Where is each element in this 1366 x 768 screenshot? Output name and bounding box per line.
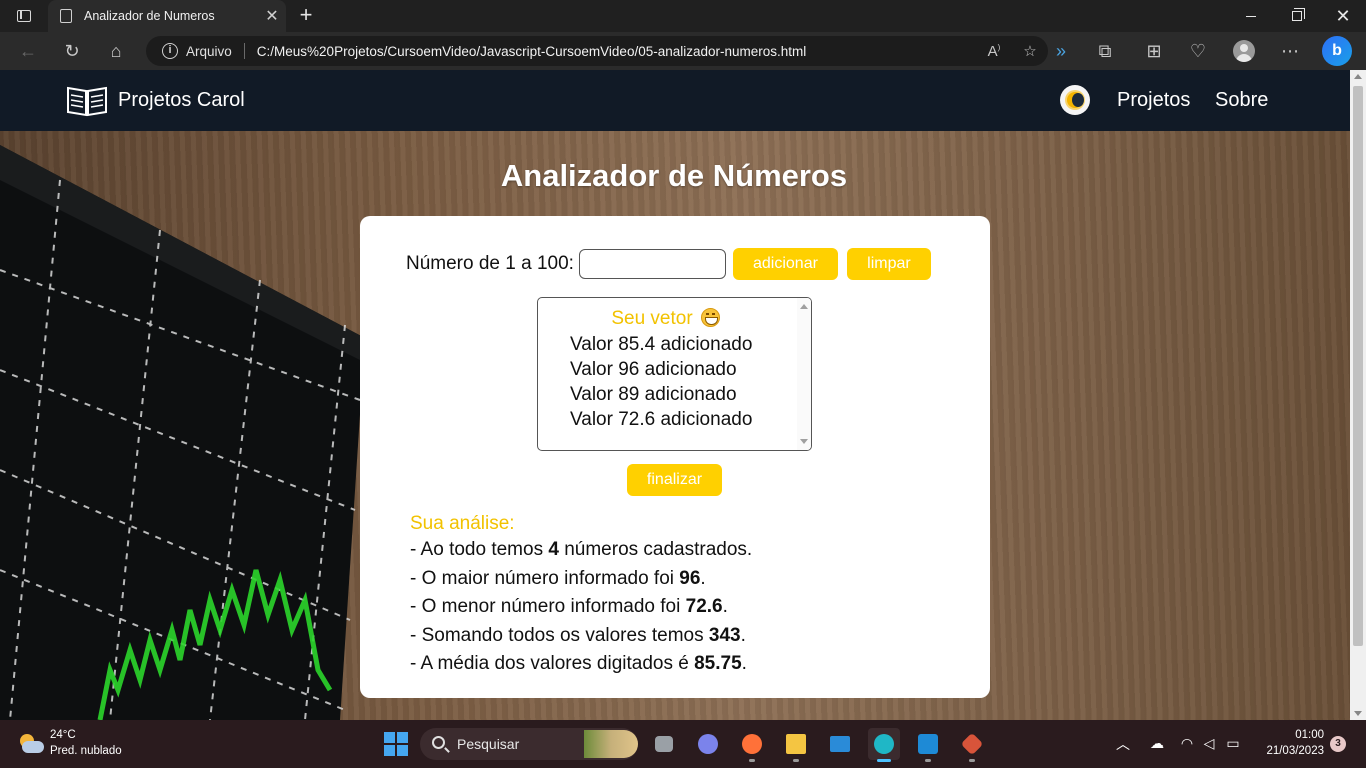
scroll-down-icon[interactable] <box>1354 711 1362 716</box>
browser-tab-bar: Analizador de Numeros ✕ + ✕ <box>0 0 1366 32</box>
refresh-icon[interactable]: ↻ <box>58 38 86 64</box>
input-row: Número de 1 a 100: adicionar limpar <box>406 248 931 280</box>
analysis-sum-line: - Somando todos os valores temos 343. <box>410 624 746 646</box>
notification-badge[interactable]: 3 <box>1330 736 1346 752</box>
vector-item[interactable]: Valor 72.6 adicionado <box>570 407 752 432</box>
grinning-emoji-icon <box>700 308 720 327</box>
browser-essentials-icon[interactable]: ♡ <box>1184 38 1212 64</box>
wifi-icon[interactable]: ◠ <box>1178 734 1196 752</box>
onedrive-cloud-icon[interactable]: ☁ <box>1148 734 1166 752</box>
listbox-scrollbar[interactable] <box>797 298 811 450</box>
scroll-down-icon[interactable] <box>800 439 808 444</box>
vector-item[interactable]: Valor 85.4 adicionado <box>570 332 752 357</box>
moon-icon <box>1072 93 1084 107</box>
vector-item[interactable]: Valor 96 adicionado <box>570 357 752 382</box>
info-icon[interactable]: i <box>162 43 178 59</box>
analysis-count-line: - Ao todo temos 4 números cadastrados. <box>410 539 753 560</box>
tab-actions-icon <box>17 10 31 22</box>
vscode-icon[interactable] <box>912 728 944 762</box>
open-book-icon[interactable] <box>66 82 108 118</box>
profile-avatar[interactable] <box>1233 40 1255 62</box>
analysis-section: Sua análise: - Ao todo temos 4 números c… <box>410 512 752 679</box>
page-favicon-icon <box>60 9 72 23</box>
task-view-icon[interactable] <box>648 728 680 760</box>
tab-close-icon[interactable]: ✕ <box>262 6 282 26</box>
clear-button[interactable]: limpar <box>846 248 931 280</box>
mail-icon[interactable] <box>824 728 856 760</box>
tab-title: Analizador de Numeros <box>84 9 215 23</box>
taskbar-search[interactable]: Pesquisar <box>420 728 638 760</box>
search-highlight-image <box>584 730 638 758</box>
more-menu-icon[interactable]: ⋯ <box>1276 38 1304 64</box>
file-explorer-icon[interactable] <box>780 728 812 762</box>
collections-icon[interactable]: ⊞ <box>1140 38 1168 64</box>
bing-chat-icon[interactable]: b <box>1322 36 1352 66</box>
new-tab-button[interactable]: + <box>294 3 318 29</box>
analysis-average-line: - A média dos valores digitados é 85.75. <box>410 653 747 674</box>
add-favorite-icon[interactable]: ☆ <box>1012 42 1048 60</box>
windows-taskbar: 24°C Pred. nublado Pesquisar ︿ ☁ ◠ ◁ ▭ 0… <box>0 720 1366 768</box>
edge-sidebar-icon[interactable]: » <box>1047 38 1075 64</box>
page-title: Analizador de Números <box>500 158 848 193</box>
weather-temperature[interactable]: 24°C <box>50 729 76 741</box>
address-scheme: Arquivo <box>186 43 232 59</box>
restore-button[interactable] <box>1274 0 1320 32</box>
tab-actions-button[interactable] <box>10 6 38 26</box>
vector-listbox[interactable]: Seu vetor Valor 85.4 adicionado Valor 96… <box>537 297 812 451</box>
nav-projetos[interactable]: Projetos <box>1117 89 1190 112</box>
number-input[interactable] <box>578 249 726 279</box>
analyzer-card: Número de 1 a 100: adicionar limpar Seu … <box>360 216 990 698</box>
site-header: Projetos Carol Projetos Sobre <box>0 70 1350 131</box>
git-icon[interactable] <box>956 728 988 762</box>
vector-heading-text: Seu vetor <box>611 308 693 329</box>
page-scrollbar[interactable] <box>1350 70 1366 720</box>
clock-time[interactable]: 01:00 <box>1260 729 1324 741</box>
close-window-button[interactable]: ✕ <box>1320 0 1366 32</box>
edge-icon[interactable] <box>868 728 900 762</box>
show-hidden-icons-chevron-icon[interactable]: ︿ <box>1116 734 1130 754</box>
vector-heading: Seu vetor <box>538 308 793 330</box>
teams-chat-icon[interactable] <box>692 728 724 760</box>
nav-sobre[interactable]: Sobre <box>1215 89 1268 112</box>
page-viewport: Projetos Carol Projetos Sobre Analizador… <box>0 70 1350 720</box>
theme-toggle-button[interactable] <box>1060 85 1090 115</box>
scroll-up-icon[interactable] <box>800 304 808 309</box>
analysis-min-line: - O menor número informado foi 72.6. <box>410 596 728 617</box>
vector-list: Valor 85.4 adicionado Valor 96 adicionad… <box>570 332 752 432</box>
start-button-icon[interactable] <box>384 732 408 756</box>
clock-date[interactable]: 21/03/2023 <box>1252 745 1324 757</box>
analysis-max-line: - O maior número informado foi 96. <box>410 567 706 589</box>
extensions-icon[interactable]: ⧉ <box>1091 38 1119 64</box>
firefox-icon[interactable] <box>736 728 768 762</box>
read-aloud-icon[interactable]: A) <box>976 43 1012 60</box>
volume-icon[interactable]: ◁ <box>1200 734 1218 752</box>
back-icon[interactable]: ← <box>14 38 42 64</box>
address-url[interactable]: C:/Meus%20Projetos/CursoemVideo/Javascri… <box>257 44 976 59</box>
brand-name[interactable]: Projetos Carol <box>118 89 245 112</box>
add-button[interactable]: adicionar <box>732 248 838 280</box>
browser-tab[interactable]: Analizador de Numeros ✕ <box>48 0 286 32</box>
finish-button[interactable]: finalizar <box>627 464 722 496</box>
address-divider <box>243 43 245 59</box>
analysis-title: Sua análise: <box>410 513 515 534</box>
search-icon <box>432 736 445 749</box>
browser-toolbar: ← ↻ ⌂ i Arquivo C:/Meus%20Projetos/Curso… <box>0 32 1366 70</box>
vector-item[interactable]: Valor 89 adicionado <box>570 382 752 407</box>
scrollbar-thumb[interactable] <box>1353 86 1363 646</box>
home-icon[interactable]: ⌂ <box>102 38 130 64</box>
minimize-button[interactable] <box>1228 0 1274 32</box>
search-label: Pesquisar <box>457 736 520 752</box>
number-input-label: Número de 1 a 100: <box>406 253 574 274</box>
weather-description[interactable]: Pred. nublado <box>50 745 122 757</box>
address-bar[interactable]: i Arquivo C:/Meus%20Projetos/CursoemVide… <box>146 36 1048 66</box>
scroll-up-icon[interactable] <box>1354 74 1362 79</box>
battery-icon[interactable]: ▭ <box>1224 734 1242 752</box>
weather-icon[interactable] <box>16 732 44 756</box>
